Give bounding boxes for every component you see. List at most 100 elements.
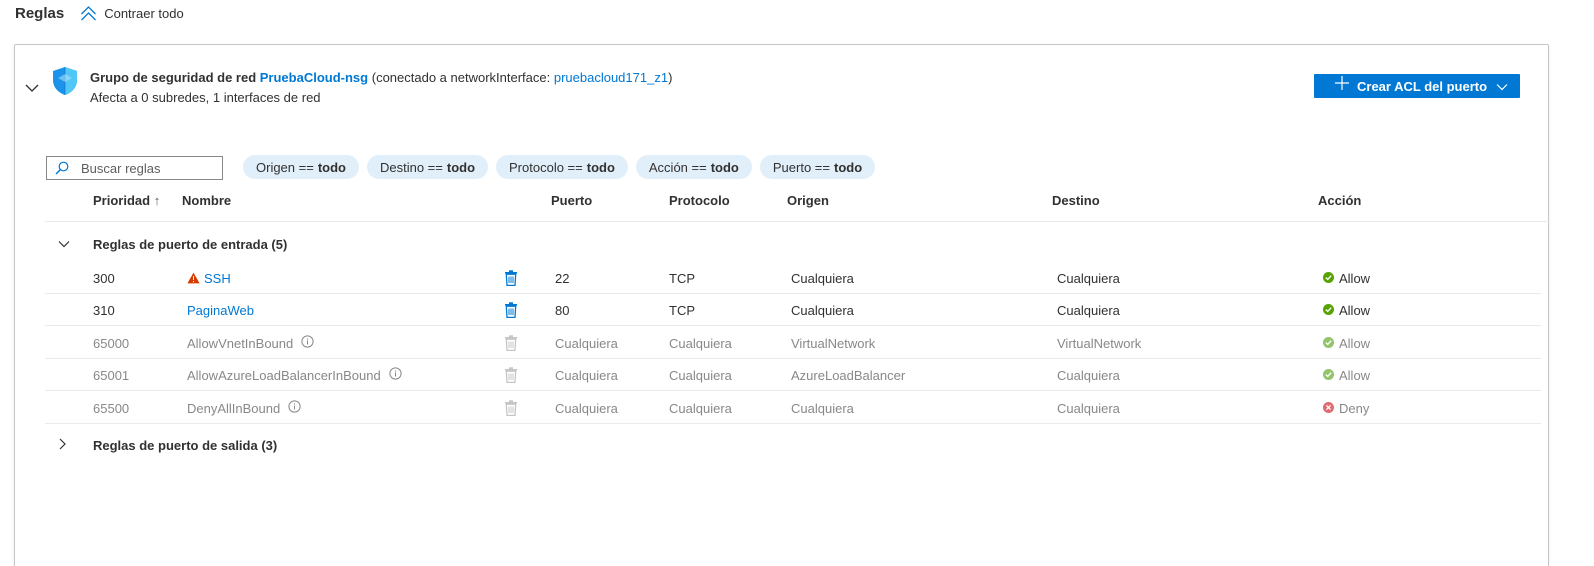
outbound-group-row[interactable]: Reglas de puerto de salida (3)	[45, 430, 1550, 460]
filter-pill-protocol[interactable]: Protocolo == todo	[496, 155, 628, 179]
rule-priority: 300	[93, 270, 115, 286]
deny-icon	[1323, 401, 1334, 416]
filter-key: Acción ==	[648, 159, 707, 175]
allow-icon	[1323, 368, 1334, 383]
column-header-destination[interactable]: Destino	[1052, 193, 1100, 208]
rule-action: Allow	[1323, 262, 1370, 294]
nsg-title-line: Grupo de seguridad de red PruebaCloud-ns…	[90, 70, 672, 85]
rule-port: Cualquiera	[555, 335, 618, 351]
filter-pill-destination[interactable]: Destino == todo	[366, 155, 489, 179]
rule-destination: VirtualNetwork	[1057, 335, 1142, 351]
rule-name-cell: DenyAllInBound	[187, 392, 301, 424]
rule-name: AllowAzureLoadBalancerInBound	[187, 367, 381, 383]
nsg-name-link[interactable]: PruebaCloud-nsg	[260, 70, 368, 85]
column-header-priority-label: Prioridad	[93, 193, 151, 208]
column-header-name[interactable]: Nombre	[182, 193, 231, 208]
collapse-all-label: Contraer todo	[104, 5, 184, 21]
column-header-protocol[interactable]: Protocolo	[669, 193, 730, 208]
filter-key: Protocolo ==	[509, 159, 583, 175]
nsg-collapse-chevron-icon[interactable]	[25, 81, 39, 96]
rule-name-link[interactable]: SSH	[204, 271, 231, 286]
search-rules-field[interactable]	[46, 156, 223, 180]
info-icon[interactable]	[301, 335, 314, 351]
rule-destination: Cualquiera	[1057, 367, 1120, 383]
rule-action-label: Allow	[1339, 335, 1371, 351]
rule-source: Cualquiera	[791, 270, 854, 286]
rule-source: AzureLoadBalancer	[791, 367, 906, 383]
search-input[interactable]	[81, 160, 211, 176]
rule-action-label: Allow	[1339, 302, 1371, 318]
rule-source: VirtualNetwork	[791, 335, 876, 351]
nsg-prefix: Grupo de seguridad de red	[90, 70, 257, 85]
rule-port: 80	[555, 302, 570, 318]
allow-icon	[1323, 303, 1334, 318]
header-divider	[45, 221, 1550, 222]
table-row[interactable]: 65001 AllowAzureLoadBalancerInBound Cualqu…	[45, 359, 1541, 391]
nsg-subtitle: Afecta a 0 subredes, 1 interfaces de red	[90, 90, 321, 105]
warning-icon	[187, 272, 200, 287]
delete-rule-trash-icon[interactable]	[504, 392, 518, 424]
filter-pill-port[interactable]: Puerto == todo	[759, 155, 876, 179]
nsg-attached-suffix: )	[668, 70, 673, 85]
rule-priority: 65500	[93, 400, 130, 416]
rule-name-cell: AllowVnetInBound	[187, 327, 314, 359]
table-row[interactable]: 310 PaginaWeb 80 TCP Cualquiera Cualquiera All…	[45, 294, 1541, 326]
filter-key: Destino ==	[379, 159, 443, 175]
filter-value: todo	[586, 159, 615, 175]
column-header-priority[interactable]: Prioridad ↑	[93, 193, 160, 208]
rule-action: Allow	[1323, 359, 1370, 391]
delete-rule-trash-icon[interactable]	[504, 359, 518, 391]
filter-key: Puerto ==	[772, 159, 830, 175]
chevron-down-icon[interactable]	[57, 237, 71, 252]
delete-rule-trash-icon[interactable]	[504, 294, 518, 326]
rule-priority: 65001	[93, 367, 130, 383]
rule-name: DenyAllInBound	[187, 400, 281, 416]
network-interface-link[interactable]: pruebacloud171_z1	[554, 70, 668, 85]
column-header-port[interactable]: Puerto	[551, 193, 592, 208]
sort-ascending-icon: ↑	[153, 193, 161, 208]
rule-destination: Cualquiera	[1057, 302, 1120, 318]
filter-pill-source[interactable]: Origen == todo	[243, 155, 359, 179]
rule-port: Cualquiera	[555, 367, 618, 383]
rule-name-cell: AllowAzureLoadBalancerInBound	[187, 359, 402, 391]
allow-icon	[1323, 271, 1334, 286]
rule-action: Allow	[1323, 327, 1370, 359]
info-icon[interactable]	[288, 400, 301, 416]
shield-icon	[52, 66, 78, 99]
column-header-action[interactable]: Acción	[1318, 193, 1361, 208]
rule-source: Cualquiera	[791, 400, 854, 416]
filter-value: todo	[833, 159, 863, 175]
collapse-all-button[interactable]: Contraer todo	[80, 5, 184, 21]
filter-value: todo	[317, 159, 346, 175]
rule-source: Cualquiera	[791, 302, 854, 318]
table-row[interactable]: 65000 AllowVnetInBound Cualquiera Cualquier…	[45, 327, 1541, 359]
rule-protocol: Cualquiera	[669, 367, 732, 383]
info-icon[interactable]	[389, 367, 402, 383]
inbound-group-row[interactable]: Reglas de puerto de entrada (5)	[45, 229, 1550, 259]
rule-protocol: TCP	[669, 302, 695, 318]
filter-key: Origen ==	[256, 159, 314, 175]
rule-destination: Cualquiera	[1057, 270, 1120, 286]
allow-icon	[1323, 336, 1334, 351]
rule-action-label: Deny	[1339, 400, 1370, 416]
table-row[interactable]: 300 SSH 22 TCP Cualquiera Cualquiera Allow	[45, 262, 1541, 294]
delete-rule-trash-icon[interactable]	[504, 327, 518, 359]
rule-destination: Cualquiera	[1057, 400, 1120, 416]
column-header-source[interactable]: Origen	[787, 193, 829, 208]
rule-name-link[interactable]: PaginaWeb	[187, 303, 254, 318]
filter-pill-action[interactable]: Acción == todo	[635, 155, 752, 179]
create-port-acl-button[interactable]: Crear ACL del puerto	[1314, 74, 1520, 98]
plus-icon	[1334, 75, 1350, 95]
rule-protocol: Cualquiera	[669, 400, 732, 416]
outbound-group-label: Reglas de puerto de salida (3)	[93, 437, 278, 453]
nsg-card: Grupo de seguridad de red PruebaCloud-ns…	[14, 44, 1550, 566]
filter-value: todo	[710, 159, 739, 175]
rule-protocol: TCP	[669, 270, 695, 286]
table-row[interactable]: 65500 DenyAllInBound Cualquiera Cualquiera C…	[45, 392, 1541, 424]
delete-rule-trash-icon[interactable]	[504, 262, 518, 294]
chevron-right-icon[interactable]	[57, 437, 67, 454]
double-chevron-up-icon	[81, 6, 97, 21]
create-port-acl-label: Crear ACL del puerto	[1357, 78, 1488, 94]
rule-priority: 65000	[93, 335, 130, 351]
rule-protocol: Cualquiera	[669, 335, 732, 351]
